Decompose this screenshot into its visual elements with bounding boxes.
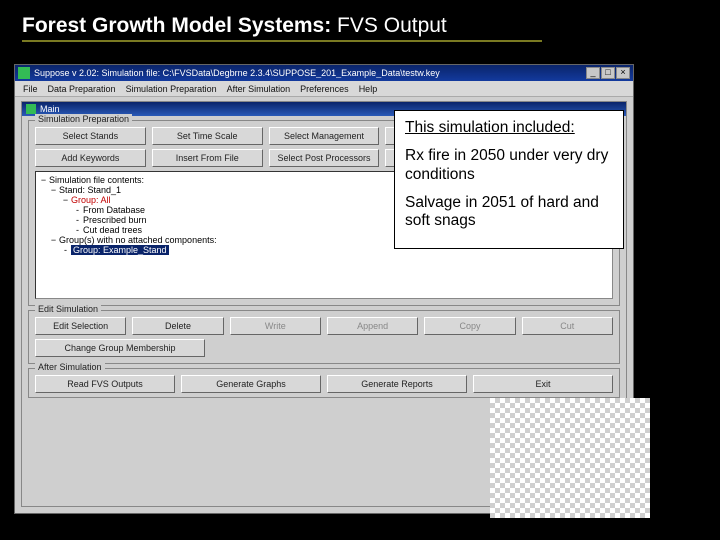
menu-preferences[interactable]: Preferences [300, 84, 349, 94]
tree-stand[interactable]: Stand: Stand_1 [59, 185, 121, 195]
slide-title: Forest Growth Model Systems: FVS Output [22, 14, 542, 42]
edit-simulation-group: Edit Simulation Edit Selection Delete Wr… [28, 310, 620, 364]
inner-app-icon [26, 104, 36, 114]
select-post-processors-button[interactable]: Select Post Processors [269, 149, 380, 167]
slide-title-strong: Forest Growth Model Systems: [22, 14, 331, 37]
slide-title-sub: FVS Output [331, 14, 447, 37]
tree-header: Simulation file contents: [49, 175, 144, 185]
after-sim-legend: After Simulation [35, 362, 105, 372]
select-management-button[interactable]: Select Management [269, 127, 380, 145]
tree-group-all[interactable]: Group: All [71, 195, 111, 205]
add-keywords-button[interactable]: Add Keywords [35, 149, 146, 167]
menu-help[interactable]: Help [359, 84, 378, 94]
set-time-scale-button[interactable]: Set Time Scale [152, 127, 263, 145]
change-group-membership-button[interactable]: Change Group Membership [35, 339, 205, 357]
inner-title: Main [40, 104, 60, 114]
tree-dash-icon: - [74, 205, 81, 215]
tree-collapse-icon[interactable]: − [62, 195, 69, 205]
tree-dash-icon: - [74, 225, 81, 235]
tree-group-example-stand[interactable]: Group: Example_Stand [71, 245, 169, 255]
transparent-checker-region [490, 398, 650, 518]
tree-groups-no-components[interactable]: Group(s) with no attached components: [59, 235, 217, 245]
sim-prep-legend: Simulation Preparation [35, 114, 132, 124]
overlay-line-2: Salvage in 2051 of hard and soft snags [405, 194, 613, 231]
menu-data-preparation[interactable]: Data Preparation [48, 84, 116, 94]
exit-button[interactable]: Exit [473, 375, 613, 393]
menubar: File Data Preparation Simulation Prepara… [15, 81, 633, 97]
titlebar[interactable]: Suppose v 2.02: Simulation file: C:\FVSD… [15, 65, 633, 81]
tree-from-database[interactable]: From Database [83, 205, 145, 215]
write-button[interactable]: Write [230, 317, 321, 335]
edit-sim-legend: Edit Simulation [35, 304, 101, 314]
tree-collapse-icon[interactable]: − [50, 185, 57, 195]
insert-from-file-button[interactable]: Insert From File [152, 149, 263, 167]
append-button[interactable]: Append [327, 317, 418, 335]
delete-button[interactable]: Delete [132, 317, 223, 335]
tree-cut-dead-trees[interactable]: Cut dead trees [83, 225, 142, 235]
tree-dash-icon: - [74, 215, 81, 225]
menu-simulation-preparation[interactable]: Simulation Preparation [126, 84, 217, 94]
tree-collapse-icon[interactable]: − [50, 235, 57, 245]
overlay-heading: This simulation included: [405, 119, 613, 137]
read-fvs-outputs-button[interactable]: Read FVS Outputs [35, 375, 175, 393]
select-stands-button[interactable]: Select Stands [35, 127, 146, 145]
minimize-button[interactable]: _ [586, 67, 600, 79]
menu-file[interactable]: File [23, 84, 38, 94]
annotation-overlay: This simulation included: Rx fire in 205… [394, 110, 624, 249]
menu-after-simulation[interactable]: After Simulation [227, 84, 291, 94]
generate-reports-button[interactable]: Generate Reports [327, 375, 467, 393]
cut-button[interactable]: Cut [522, 317, 613, 335]
maximize-button[interactable]: □ [601, 67, 615, 79]
close-button[interactable]: × [616, 67, 630, 79]
edit-selection-button[interactable]: Edit Selection [35, 317, 126, 335]
overlay-line-1: Rx fire in 2050 under very dry condition… [405, 147, 613, 184]
app-icon [18, 67, 30, 79]
tree-prescribed-burn[interactable]: Prescribed burn [83, 215, 147, 225]
after-simulation-group: After Simulation Read FVS Outputs Genera… [28, 368, 620, 398]
generate-graphs-button[interactable]: Generate Graphs [181, 375, 321, 393]
copy-button[interactable]: Copy [424, 317, 515, 335]
tree-dash-icon: - [62, 245, 69, 255]
tree-collapse-icon[interactable]: − [40, 175, 47, 185]
window-title: Suppose v 2.02: Simulation file: C:\FVSD… [34, 68, 586, 78]
